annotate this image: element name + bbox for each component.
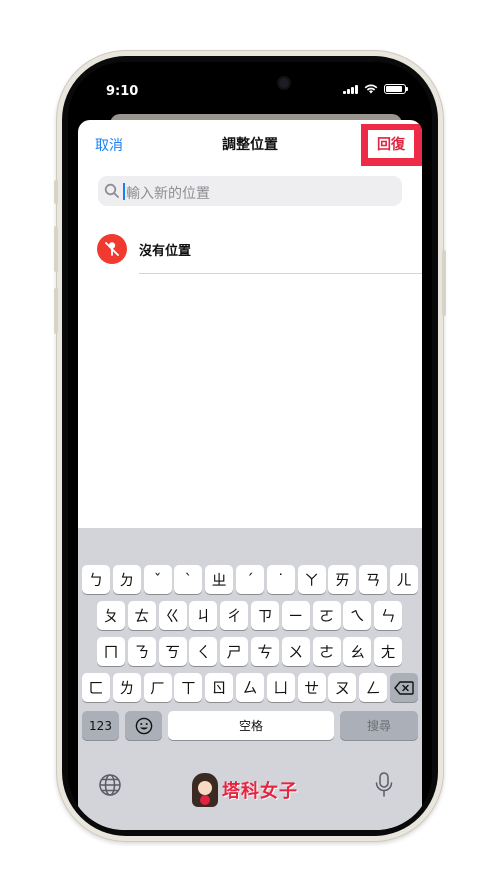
- key[interactable]: ㄜ: [312, 637, 341, 666]
- key[interactable]: ㄡ: [328, 673, 357, 702]
- search-placeholder: 輸入新的位置: [126, 186, 210, 202]
- key[interactable]: ㄧ: [281, 601, 310, 630]
- key[interactable]: ㄏ: [143, 673, 172, 702]
- key[interactable]: ㄌ: [112, 673, 141, 702]
- globe-icon[interactable]: [98, 773, 122, 797]
- key[interactable]: ˋ: [174, 565, 203, 594]
- key[interactable]: ㄋ: [127, 637, 156, 666]
- key[interactable]: ˙: [266, 565, 295, 594]
- key[interactable]: ˊ: [236, 565, 264, 594]
- key[interactable]: ㄆ: [97, 601, 125, 630]
- key[interactable]: ㄈ: [82, 673, 110, 702]
- delete-key[interactable]: [390, 673, 418, 702]
- screen: 9:10 取消 調整位置 回復 輸入新的位置 沒有位置 ㄅ ㄉ ˇ ˋ ㄓ ˊ …: [68, 62, 432, 830]
- battery-icon: [384, 84, 408, 94]
- key[interactable]: ㄎ: [158, 637, 187, 666]
- volume-down-button: [54, 288, 58, 334]
- volume-up-button: [54, 226, 58, 272]
- emoji-icon: [135, 717, 152, 734]
- search-key[interactable]: 搜尋: [340, 711, 418, 740]
- key[interactable]: ㄢ: [359, 565, 388, 594]
- key[interactable]: ㄉ: [112, 565, 141, 594]
- status-icons: [343, 84, 408, 94]
- front-camera: [279, 78, 289, 88]
- keyboard-row-1: ㄅ ㄉ ˇ ˋ ㄓ ˊ ˙ ㄚ ㄞ ㄢ ㄦ: [82, 565, 418, 594]
- emoji-key[interactable]: [125, 711, 162, 740]
- key[interactable]: ㄍ: [158, 601, 187, 630]
- key[interactable]: ㄅ: [82, 565, 110, 594]
- key[interactable]: ㄓ: [205, 565, 234, 594]
- key[interactable]: ㄞ: [328, 565, 357, 594]
- key[interactable]: ㄤ: [374, 637, 403, 666]
- adjust-location-sheet: 取消 調整位置 回復 輸入新的位置 沒有位置 ㄅ ㄉ ˇ ˋ ㄓ ˊ ˙ ㄚ ㄞ…: [78, 120, 422, 830]
- watermark-avatar: [192, 773, 218, 807]
- key[interactable]: ㄒ: [174, 673, 203, 702]
- delete-icon: [394, 680, 414, 695]
- location-off-icon: [97, 234, 127, 264]
- status-time: 9:10: [106, 84, 139, 99]
- key[interactable]: ㄣ: [374, 601, 403, 630]
- numbers-key[interactable]: 123: [82, 711, 119, 740]
- power-button: [442, 250, 446, 316]
- key[interactable]: ㄖ: [205, 673, 234, 702]
- key[interactable]: ㄊ: [127, 601, 156, 630]
- key[interactable]: ㄕ: [220, 637, 249, 666]
- revert-label: 回復: [377, 136, 405, 152]
- key[interactable]: ㄨ: [281, 637, 310, 666]
- key[interactable]: ㄐ: [189, 601, 218, 630]
- watermark-text: 塔科女子: [222, 781, 298, 802]
- key[interactable]: ㄠ: [343, 637, 372, 666]
- key[interactable]: ㄑ: [189, 637, 218, 666]
- key[interactable]: ㄇ: [97, 637, 125, 666]
- space-key[interactable]: 空格: [168, 711, 334, 740]
- search-icon: [104, 183, 119, 198]
- row-divider: [139, 273, 422, 274]
- keyboard-row-3: ㄇ ㄋ ㄎ ㄑ ㄕ ㄘ ㄨ ㄜ ㄠ ㄤ: [82, 637, 418, 666]
- keyboard-row-4: ㄈ ㄌ ㄏ ㄒ ㄖ ㄙ ㄩ ㄝ ㄡ ㄥ: [82, 673, 418, 702]
- key[interactable]: ㄥ: [359, 673, 388, 702]
- no-location-label: 沒有位置: [139, 244, 192, 259]
- action-button: [54, 180, 58, 204]
- key[interactable]: ㄝ: [297, 673, 326, 702]
- keyboard-bottom-bar: 塔科女子: [78, 768, 422, 818]
- search-field[interactable]: 輸入新的位置: [98, 176, 402, 206]
- navigation-bar: 取消 調整位置 回復: [78, 120, 422, 170]
- revert-button[interactable]: 回復: [368, 130, 414, 158]
- key[interactable]: ㄙ: [236, 673, 264, 702]
- key[interactable]: ㄦ: [390, 565, 418, 594]
- status-bar: 9:10: [68, 62, 432, 112]
- no-location-row[interactable]: 沒有位置: [78, 222, 422, 274]
- key[interactable]: ㄟ: [343, 601, 372, 630]
- text-cursor: [123, 183, 125, 200]
- wifi-icon: [364, 84, 378, 94]
- key[interactable]: ㄛ: [312, 601, 341, 630]
- microphone-icon[interactable]: [374, 772, 394, 798]
- key[interactable]: ㄔ: [220, 601, 249, 630]
- watermark: 塔科女子: [192, 770, 298, 810]
- keyboard-row-2: ㄆ ㄊ ㄍ ㄐ ㄔ ㄗ ㄧ ㄛ ㄟ ㄣ: [82, 601, 418, 630]
- keyboard-row-5: 123 空格 搜尋: [82, 711, 418, 740]
- key[interactable]: ㄩ: [266, 673, 295, 702]
- key[interactable]: ㄘ: [251, 637, 279, 666]
- zhuyin-keyboard: ㄅ ㄉ ˇ ˋ ㄓ ˊ ˙ ㄚ ㄞ ㄢ ㄦ ㄆ ㄊ ㄍ ㄐ ㄔ ㄗ ㄧ ㄛ ㄟ …: [78, 528, 422, 830]
- key[interactable]: ㄗ: [251, 601, 279, 630]
- key[interactable]: ˇ: [143, 565, 172, 594]
- key[interactable]: ㄚ: [297, 565, 326, 594]
- cellular-signal-icon: [343, 84, 358, 94]
